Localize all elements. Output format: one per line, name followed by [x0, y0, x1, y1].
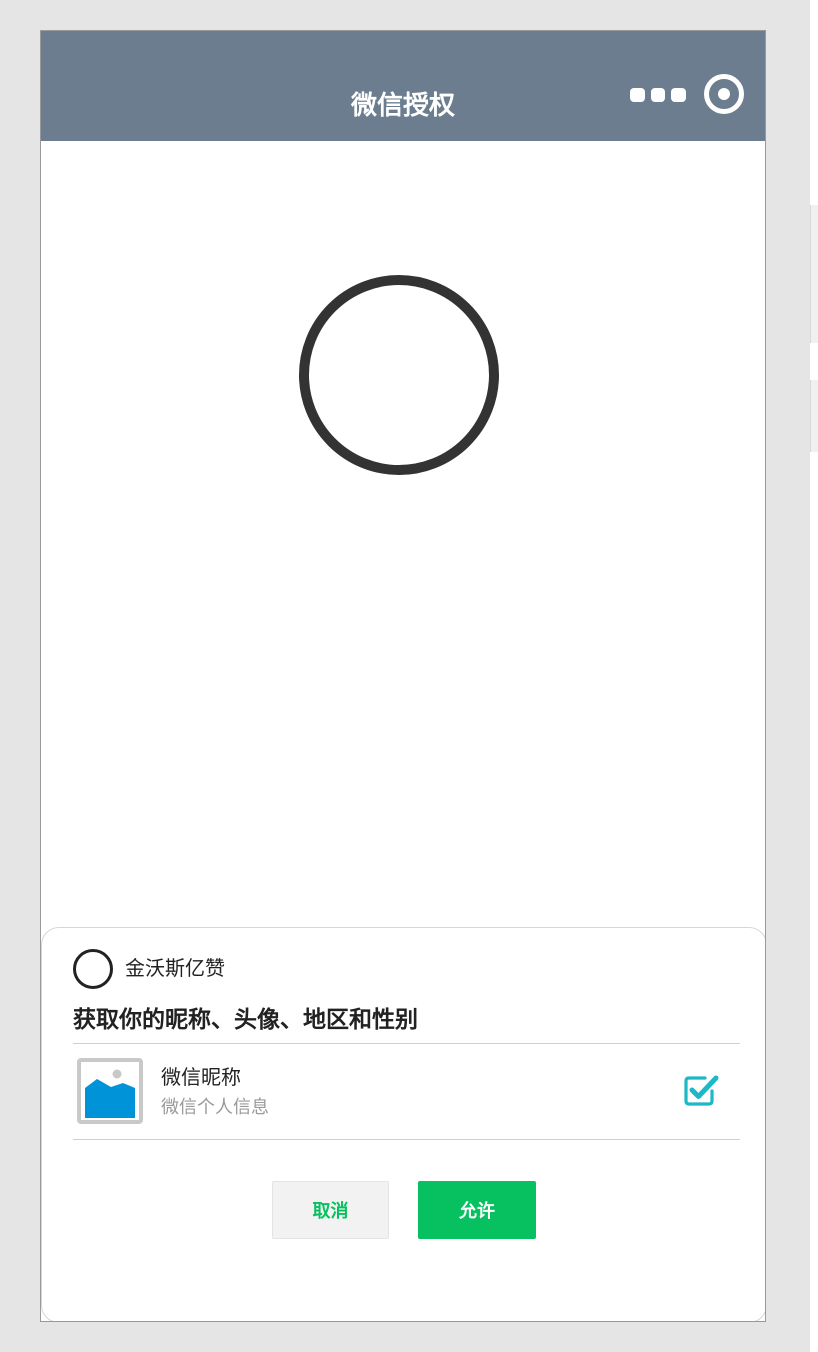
item-subtitle: 微信个人信息 [161, 1097, 269, 1118]
allow-button[interactable]: 允许 [418, 1181, 536, 1239]
phone-screen: 微信授权 金沃斯亿赞 获取你的昵称、头像、地区和性别 微信昵称 微信个人信息 取… [40, 30, 766, 1322]
more-dot [650, 88, 666, 102]
side-tab[interactable] [810, 380, 818, 452]
navigation-bar: 微信授权 [41, 31, 765, 141]
more-icon[interactable] [630, 88, 687, 104]
divider [73, 1043, 740, 1044]
app-name: 金沃斯亿赞 [125, 956, 225, 980]
circle-icon [299, 275, 499, 475]
item-title: 微信昵称 [161, 1065, 241, 1089]
permission-title: 获取你的昵称、头像、地区和性别 [73, 1007, 418, 1033]
more-dot [671, 88, 687, 102]
authorization-sheet: 金沃斯亿赞 获取你的昵称、头像、地区和性别 微信昵称 微信个人信息 取消 允许 [41, 927, 765, 1321]
cancel-button[interactable]: 取消 [272, 1181, 389, 1239]
app-logo-icon [73, 949, 113, 989]
image-placeholder-icon [77, 1058, 143, 1124]
checkbox-checked-icon[interactable] [683, 1073, 721, 1107]
side-tab[interactable] [810, 205, 818, 343]
more-dot [630, 88, 645, 102]
target-icon[interactable] [704, 74, 744, 114]
divider [73, 1139, 740, 1140]
